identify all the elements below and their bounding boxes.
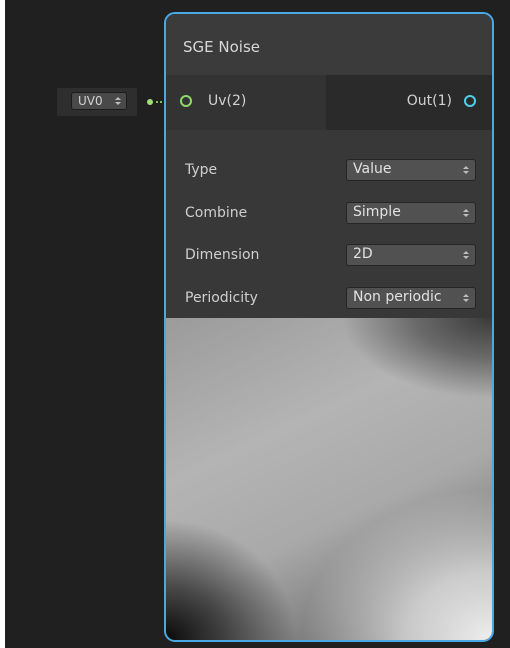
combine-select[interactable]: Simple xyxy=(346,202,476,224)
property-label: Combine xyxy=(185,205,248,221)
output-port-ring-icon[interactable] xyxy=(464,95,476,107)
updown-arrows-icon xyxy=(463,163,469,177)
property-label: Type xyxy=(185,162,218,178)
ports-row: Uv(2) Out(1) xyxy=(166,75,492,130)
updown-arrows-icon xyxy=(463,206,469,220)
uv-channel-value: UV0 xyxy=(78,94,103,108)
uv-input-node[interactable]: UV0 xyxy=(57,88,137,116)
type-value: Value xyxy=(353,161,392,177)
property-periodicity: Periodicity Non periodic xyxy=(166,287,492,311)
property-combine: Combine Simple xyxy=(166,202,492,226)
output-port-label: Out(1) xyxy=(406,93,452,109)
periodicity-select[interactable]: Non periodic xyxy=(346,287,476,309)
combine-value: Simple xyxy=(353,204,401,220)
dimension-value: 2D xyxy=(353,246,373,262)
input-port[interactable]: Uv(2) xyxy=(166,75,326,130)
property-dimension: Dimension 2D xyxy=(166,244,492,268)
updown-arrows-icon xyxy=(463,291,469,305)
node-title: SGE Noise xyxy=(183,38,260,56)
periodicity-value: Non periodic xyxy=(353,289,442,305)
input-port-ring-icon[interactable] xyxy=(180,95,192,107)
property-label: Periodicity xyxy=(185,290,258,306)
properties-panel: Type Value Combine Simple Dimension 2D P… xyxy=(166,130,492,318)
uv-channel-select[interactable]: UV0 xyxy=(71,92,127,110)
type-select[interactable]: Value xyxy=(346,159,476,181)
uv-output-dot[interactable] xyxy=(147,99,153,105)
updown-arrows-icon xyxy=(463,248,469,262)
sge-noise-node[interactable]: SGE Noise Uv(2) Out(1) Type Value Combin… xyxy=(164,12,494,642)
input-port-label: Uv(2) xyxy=(208,93,247,109)
property-type: Type Value xyxy=(166,159,492,183)
updown-arrows-icon xyxy=(115,94,121,108)
property-label: Dimension xyxy=(185,247,260,263)
node-header[interactable]: SGE Noise xyxy=(166,14,492,75)
output-port[interactable]: Out(1) xyxy=(326,75,492,130)
dimension-select[interactable]: 2D xyxy=(346,244,476,266)
noise-preview-image xyxy=(166,318,492,640)
